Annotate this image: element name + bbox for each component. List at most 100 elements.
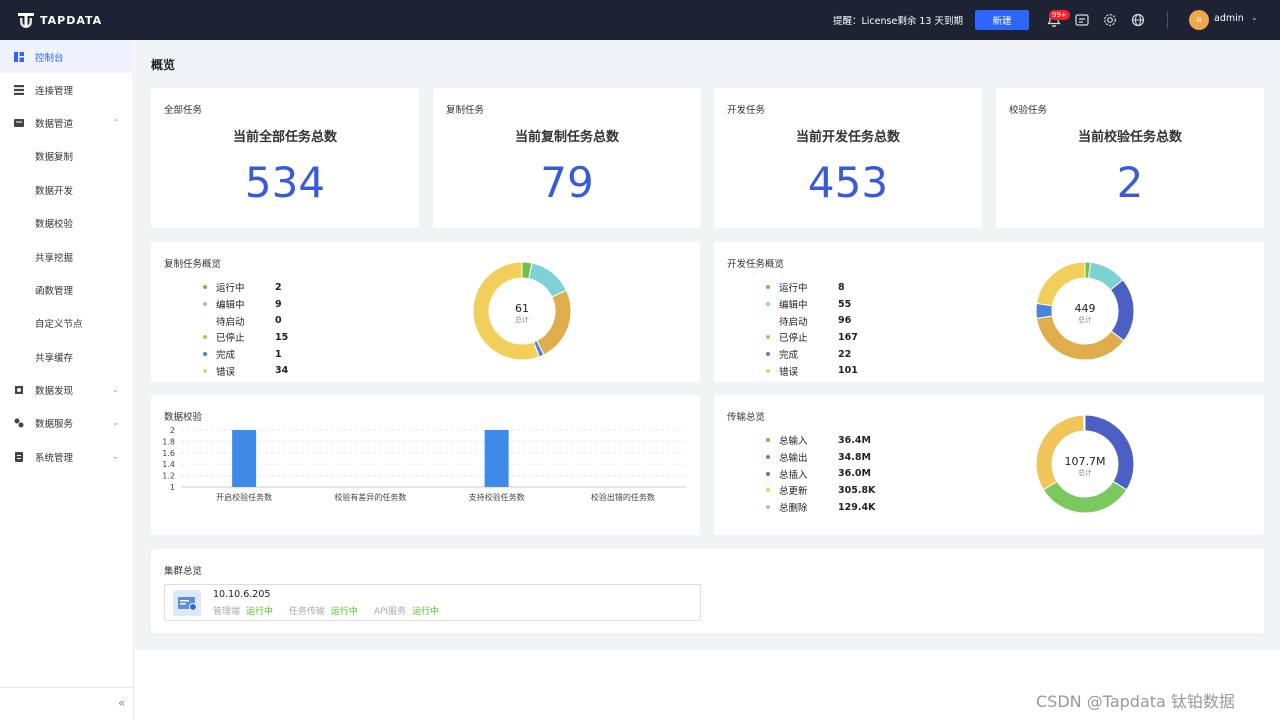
donut-slice[interactable]	[528, 262, 568, 298]
legend-value: 305.8K	[838, 484, 876, 496]
dev-task-overview: 开发任务概览 运行中 8 编辑中 55 待启动 96 已停止 167 完成 22 错误 10…	[714, 242, 1264, 382]
cluster-overview: 集群总览 10.10.6.205 管理端 运行中 任务传输 运行中 API服务 运行中	[151, 549, 1264, 633]
y-tick-label: 1.8	[162, 437, 175, 446]
legend-name: 已停止	[779, 333, 808, 345]
stat-value: 453	[807, 158, 889, 207]
watermark: CSDN @Tapdata 钛铂数据	[1036, 692, 1235, 711]
legend-item: 总插入 36.0M	[766, 465, 875, 482]
legend-dot	[203, 335, 207, 340]
sidebar-item-label: 数据开发	[35, 185, 74, 197]
donut-slice[interactable]	[1042, 480, 1128, 514]
donut-total: 61	[515, 302, 529, 315]
donut-slice[interactable]	[536, 289, 572, 356]
legend-dot	[766, 285, 770, 290]
logo[interactable]: TAPDATA	[16, 11, 102, 29]
server-icon	[173, 590, 201, 616]
sidebar-item-data-dev[interactable]: 数据开发	[0, 173, 134, 206]
username[interactable]: admin	[1214, 13, 1244, 24]
legend-dot	[766, 302, 770, 307]
legend-dot	[203, 302, 207, 307]
dashboard-icon	[14, 52, 24, 62]
globe-icon[interactable]	[1130, 12, 1146, 28]
legend-value: 8	[838, 281, 845, 293]
sidebar-item-label: 控制台	[35, 52, 64, 64]
settings-icon[interactable]	[1102, 12, 1118, 28]
cluster-ip: 10.10.6.205	[213, 589, 271, 600]
sidebar-item-connections[interactable]: 连接管理	[0, 73, 134, 106]
legend-value: 101	[838, 365, 858, 377]
donut-total: 449	[1075, 302, 1096, 315]
status-legend: 运行中 2 编辑中 9 待启动 0 已停止 15 完成 1 错误 34	[203, 279, 288, 379]
sidebar-item-functions[interactable]: 函数管理	[0, 273, 134, 306]
bar	[484, 430, 509, 487]
avatar[interactable]: a	[1189, 10, 1209, 30]
sidebar-item-shared-mining[interactable]: 共享挖掘	[0, 240, 134, 273]
stat-card-all: 全部任务 当前全部任务总数 534	[151, 88, 419, 228]
y-tick-label: 1.6	[162, 449, 175, 458]
new-button[interactable]: 新建	[975, 10, 1029, 30]
donut-slice[interactable]	[1084, 414, 1135, 491]
card-label: 集群总览	[164, 566, 203, 577]
card-label: 传输总览	[727, 412, 766, 423]
logo-text: TAPDATA	[40, 13, 103, 27]
legend-name: 错误	[216, 366, 236, 378]
legend-name: 总更新	[779, 486, 808, 498]
donut-slice[interactable]	[1109, 279, 1135, 342]
legend-dot	[766, 335, 770, 340]
legend-dot	[766, 438, 770, 443]
legend-dot	[766, 505, 770, 510]
dev-donut-chart: 449 总计	[1035, 261, 1135, 361]
service-icon	[14, 418, 24, 428]
donut-total-label: 总计	[1078, 468, 1092, 477]
stat-value: 79	[540, 158, 594, 207]
page-title: 概览	[151, 58, 176, 72]
donut-slice[interactable]	[1036, 261, 1086, 307]
legend-name: 完成	[779, 350, 799, 362]
legend-value: 36.0M	[838, 468, 871, 480]
legend-item: 完成 22	[766, 346, 858, 363]
legend-name: 总删除	[779, 503, 808, 515]
sidebar-item-label: 数据管道	[35, 118, 74, 130]
legend-dot	[766, 488, 770, 493]
system-icon	[15, 452, 23, 462]
discovery-icon	[15, 386, 23, 394]
y-tick-label: 2	[170, 426, 175, 435]
chevron-down-icon[interactable]: ⌄	[1251, 13, 1258, 22]
stat-value: 2	[1116, 158, 1144, 207]
divider	[1167, 11, 1168, 29]
sidebar-item-system[interactable]: 系统管理 ⌄	[0, 440, 134, 473]
sidebar-item-discovery[interactable]: 数据发现 ⌄	[0, 373, 134, 406]
notification-badge: 99+	[1049, 10, 1070, 20]
bar	[232, 430, 257, 487]
legend-value: 167	[838, 331, 858, 343]
chevron-down-icon: ⌄	[112, 385, 119, 394]
sidebar-item-custom-nodes[interactable]: 自定义节点	[0, 306, 134, 339]
collapse-icon[interactable]: «	[118, 696, 125, 710]
pipeline-icon	[14, 119, 24, 127]
sidebar-item-services[interactable]: 数据服务 ⌄	[0, 406, 134, 439]
legend-item: 运行中 8	[766, 279, 858, 296]
sidebar-item-shared-cache[interactable]: 共享缓存	[0, 340, 134, 373]
service-name: 任务传输	[288, 607, 325, 617]
sidebar-item-pipeline[interactable]: 数据管道 ⌃	[0, 106, 134, 139]
collapse-sidebar[interactable]: «	[0, 687, 134, 720]
connections-icon	[14, 85, 24, 95]
stat-title: 当前开发任务总数	[795, 130, 900, 145]
donut-total-label: 总计	[515, 315, 529, 324]
sidebar-item-data-verify[interactable]: 数据校验	[0, 206, 134, 239]
sidebar-item-data-copy[interactable]: 数据复制	[0, 139, 134, 172]
cluster-node[interactable]: 10.10.6.205 管理端 运行中 任务传输 运行中 API服务 运行中	[164, 584, 701, 621]
chevron-down-icon: ⌄	[112, 418, 119, 427]
legend-name: 运行中	[779, 283, 808, 295]
sidebar-item-dashboard[interactable]: 控制台	[0, 40, 134, 73]
card-label: 数据校验	[164, 412, 203, 423]
legend-name: 总插入	[779, 469, 808, 481]
y-tick-label: 1.2	[162, 472, 175, 481]
license-notice: 提醒：License剩余 13 天到期	[833, 16, 963, 27]
legend-value: 36.4M	[838, 434, 871, 446]
message-icon[interactable]	[1074, 12, 1090, 28]
legend-dot	[203, 318, 207, 323]
copy-task-overview: 复制任务概览 运行中 2 编辑中 9 待启动 0 已停止 15 完成 1 错误 34 61 …	[151, 242, 700, 382]
legend-item: 编辑中 9	[203, 296, 288, 313]
donut-slice[interactable]	[1035, 414, 1085, 491]
